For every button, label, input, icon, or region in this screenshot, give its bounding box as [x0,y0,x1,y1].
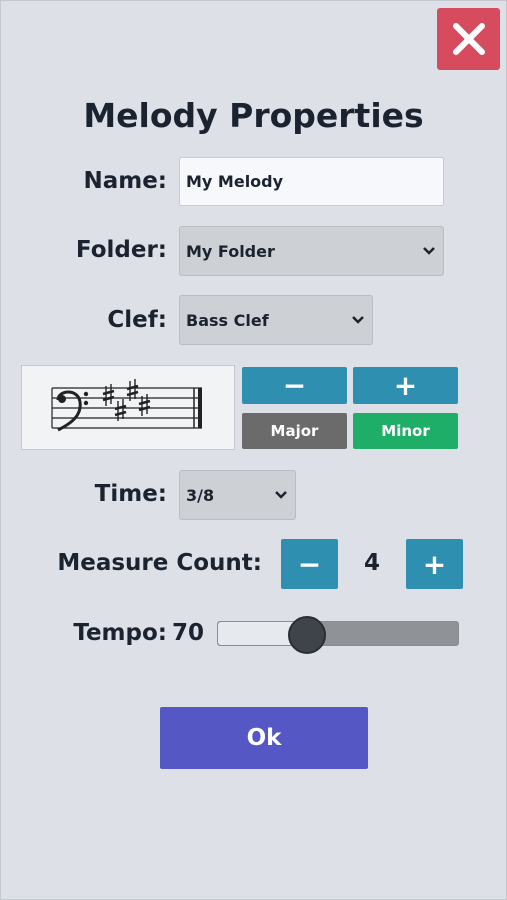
chevron-down-icon [423,247,435,255]
folder-select[interactable]: My Folder [179,226,444,276]
folder-select-value: My Folder [186,241,275,261]
chevron-down-icon [352,316,364,324]
name-label: Name: [83,168,167,194]
tempo-label: Tempo: [73,620,167,646]
time-select-value: 3/8 [186,485,215,505]
key-decrease-button[interactable]: − [242,367,347,404]
tempo-slider-thumb[interactable] [287,616,326,654]
time-label: Time: [94,481,167,507]
tempo-value: 70 [172,620,205,646]
measure-increase-button[interactable]: + [406,539,463,589]
measure-count-value: 4 [363,550,380,576]
clef-label: Clef: [107,307,167,333]
measure-decrease-button[interactable]: − [281,539,338,589]
clef-select[interactable]: Bass Clef [179,295,373,345]
close-icon [452,23,485,55]
clef-select-value: Bass Clef [186,310,269,330]
name-input[interactable] [179,157,444,206]
chevron-down-icon [275,491,287,499]
measure-count-label: Measure Count: [57,550,262,576]
key-signature-staff [21,365,235,450]
key-increase-button[interactable]: + [353,367,458,404]
dialog-title: Melody Properties [83,96,424,135]
major-button[interactable]: Major [242,413,347,449]
minor-button[interactable]: Minor [353,413,458,449]
time-select[interactable]: 3/8 [179,470,296,520]
close-button[interactable] [437,8,500,70]
folder-label: Folder: [75,237,167,263]
ok-button[interactable]: Ok [160,707,368,769]
bass-clef-key-signature-icon [51,379,202,432]
tempo-slider[interactable] [217,616,459,654]
